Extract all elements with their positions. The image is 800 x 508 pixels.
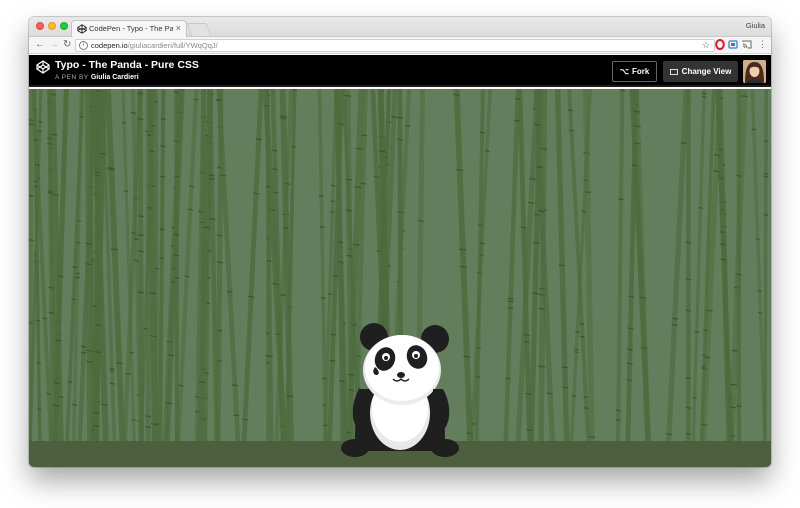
url-host: codepen.io: [91, 41, 128, 50]
url-path: /giuliacardieri/full/YWqQqJ/: [127, 41, 218, 50]
cast-icon[interactable]: [742, 39, 752, 50]
change-view-button[interactable]: Change View: [663, 61, 738, 82]
back-arrow-icon[interactable]: ←: [35, 39, 45, 51]
fork-icon: ⌥: [619, 67, 629, 76]
browser-toolbar: ← → ↻ i codepen.io/giuliacardieri/full/Y…: [29, 37, 771, 54]
codepen-favicon-icon: [77, 24, 87, 34]
info-icon[interactable]: i: [79, 41, 88, 50]
new-tab-button[interactable]: [186, 23, 212, 36]
opera-icon[interactable]: [715, 39, 725, 50]
byline-prefix: A PEN BY: [55, 74, 89, 81]
window-minimize-button[interactable]: [48, 22, 56, 30]
change-view-label: Change View: [681, 67, 732, 76]
layout-icon: [669, 69, 678, 75]
avatar[interactable]: [743, 60, 766, 83]
tab-bar: CodePen - Typo - The Panda × Giulia: [29, 17, 771, 37]
fork-label: Fork: [631, 67, 650, 76]
fork-button[interactable]: ⌥ Fork: [612, 61, 657, 82]
url-text[interactable]: codepen.io/giuliacardieri/full/YWqQqJ/: [91, 41, 218, 51]
tab-close-icon[interactable]: ×: [176, 23, 181, 34]
pen-byline: A PEN BY Giulia Cardieri: [55, 74, 139, 81]
reload-icon[interactable]: ↻: [63, 39, 71, 51]
author-link[interactable]: Giulia Cardieri: [91, 74, 139, 81]
address-bar[interactable]: i codepen.io/giuliacardieri/full/YWqQqJ/…: [75, 39, 715, 52]
codepen-header: Typo - The Panda - Pure CSS A PEN BY Giu…: [29, 55, 771, 87]
forward-arrow-icon[interactable]: →: [49, 39, 59, 51]
window-close-button[interactable]: [36, 22, 44, 30]
tab-title: CodePen - Typo - The Panda: [89, 24, 173, 33]
menu-icon[interactable]: ⋮: [758, 38, 767, 51]
vpn-icon[interactable]: [728, 39, 738, 50]
bookmark-star-icon[interactable]: ☆: [702, 40, 710, 51]
panda: [341, 323, 459, 457]
browser-window: CodePen - Typo - The Panda × Giulia ← → …: [29, 17, 771, 467]
browser-tab[interactable]: CodePen - Typo - The Panda ×: [71, 20, 187, 37]
codepen-logo-icon[interactable]: [36, 60, 50, 74]
avatar-image: [743, 60, 766, 83]
window-maximize-button[interactable]: [60, 22, 68, 30]
pen-preview-stage: [29, 89, 771, 467]
pen-title: Typo - The Panda - Pure CSS: [55, 59, 199, 71]
panda-illustration: [341, 323, 459, 457]
profile-name[interactable]: Giulia: [746, 21, 765, 30]
